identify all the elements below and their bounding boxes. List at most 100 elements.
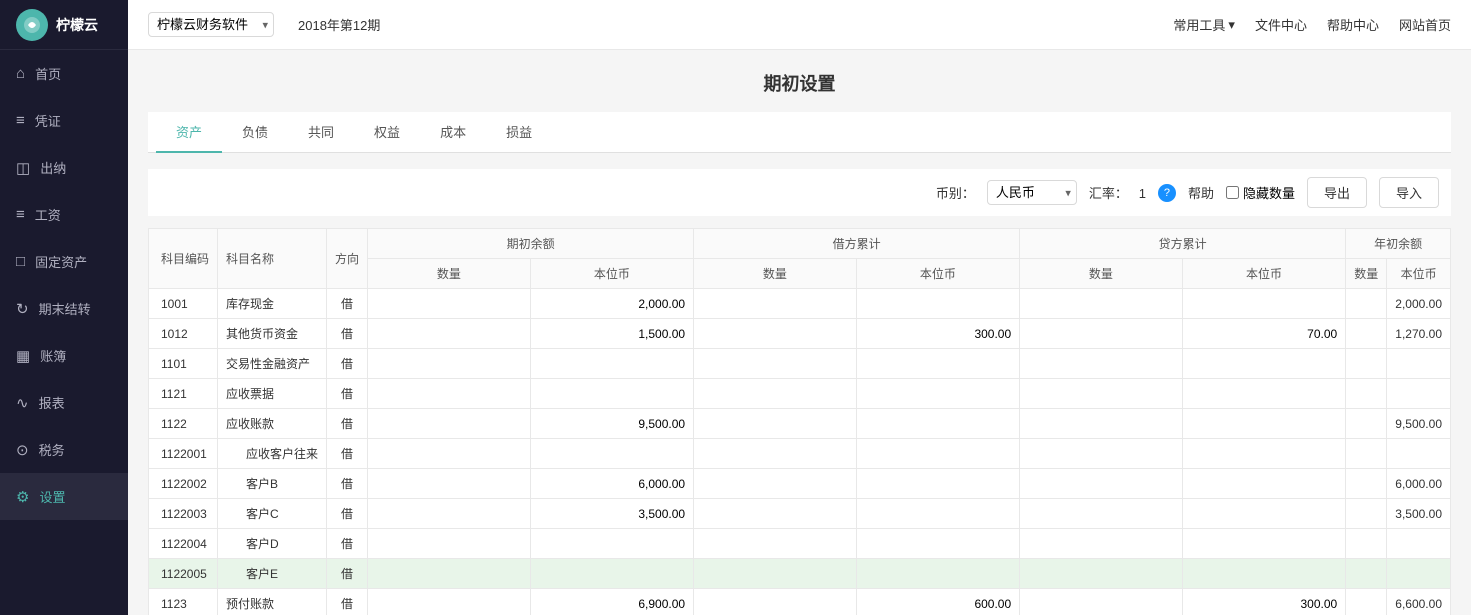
input-ob-qty[interactable] <box>376 507 522 521</box>
input-ob-local[interactable] <box>539 597 685 611</box>
cell-cc-qty[interactable] <box>1020 409 1183 439</box>
input-cc-qty[interactable] <box>1028 537 1174 551</box>
input-cc-local[interactable] <box>1191 327 1337 341</box>
sidebar-item-voucher[interactable]: ≡ 凭证 <box>0 97 128 144</box>
sidebar-item-home[interactable]: ⌂ 首页 <box>0 50 128 97</box>
input-dc-local[interactable] <box>865 297 1011 311</box>
input-cc-qty[interactable] <box>1028 477 1174 491</box>
cell-ob-qty[interactable] <box>368 409 531 439</box>
file-center-btn[interactable]: 文件中心 <box>1255 15 1307 34</box>
input-ob-local[interactable] <box>539 567 685 581</box>
input-dc-qty[interactable] <box>702 567 848 581</box>
cell-cc-qty[interactable] <box>1020 379 1183 409</box>
sidebar-item-salary[interactable]: ≡ 工资 <box>0 191 128 238</box>
cell-ob-local[interactable] <box>530 289 693 319</box>
cell-ob-local[interactable] <box>530 559 693 589</box>
input-dc-local[interactable] <box>865 477 1011 491</box>
cell-ob-qty[interactable] <box>368 349 531 379</box>
input-dc-qty[interactable] <box>702 447 848 461</box>
sidebar-item-tax[interactable]: ⊙ 税务 <box>0 426 128 473</box>
cell-cc-qty[interactable] <box>1020 439 1183 469</box>
cell-dc-qty[interactable] <box>694 499 857 529</box>
cell-cc-qty[interactable] <box>1020 589 1183 615</box>
input-dc-qty[interactable] <box>702 537 848 551</box>
cell-dc-qty[interactable] <box>694 439 857 469</box>
input-ob-local[interactable] <box>539 537 685 551</box>
input-ob-qty[interactable] <box>376 597 522 611</box>
import-button[interactable]: 导入 <box>1379 177 1439 208</box>
input-cc-local[interactable] <box>1191 447 1337 461</box>
input-cc-local[interactable] <box>1191 507 1337 521</box>
cell-ob-qty[interactable] <box>368 559 531 589</box>
cell-ob-local[interactable] <box>530 319 693 349</box>
input-dc-qty[interactable] <box>702 327 848 341</box>
cell-dc-local[interactable] <box>856 349 1019 379</box>
cell-cc-qty[interactable] <box>1020 289 1183 319</box>
cell-ob-local[interactable] <box>530 439 693 469</box>
input-cc-qty[interactable] <box>1028 327 1174 341</box>
input-cc-qty[interactable] <box>1028 417 1174 431</box>
input-dc-qty[interactable] <box>702 507 848 521</box>
sidebar-item-settings[interactable]: ⚙ 设置 <box>0 473 128 520</box>
cell-ob-qty[interactable] <box>368 379 531 409</box>
input-ob-qty[interactable] <box>376 537 522 551</box>
input-ob-qty[interactable] <box>376 417 522 431</box>
input-ob-qty[interactable] <box>376 567 522 581</box>
cell-ob-qty[interactable] <box>368 439 531 469</box>
input-dc-qty[interactable] <box>702 417 848 431</box>
input-ob-qty[interactable] <box>376 297 522 311</box>
cell-dc-local[interactable] <box>856 499 1019 529</box>
input-cc-local[interactable] <box>1191 567 1337 581</box>
input-cc-qty[interactable] <box>1028 387 1174 401</box>
input-cc-qty[interactable] <box>1028 597 1174 611</box>
cell-dc-local[interactable] <box>856 469 1019 499</box>
cell-cc-qty[interactable] <box>1020 469 1183 499</box>
cell-cc-local[interactable] <box>1182 589 1345 615</box>
cell-cc-local[interactable] <box>1182 559 1345 589</box>
cell-cc-qty[interactable] <box>1020 499 1183 529</box>
input-cc-local[interactable] <box>1191 477 1337 491</box>
cell-dc-local[interactable] <box>856 559 1019 589</box>
cell-ob-qty[interactable] <box>368 469 531 499</box>
cell-ob-local[interactable] <box>530 379 693 409</box>
input-dc-local[interactable] <box>865 417 1011 431</box>
input-cc-local[interactable] <box>1191 387 1337 401</box>
input-ob-qty[interactable] <box>376 357 522 371</box>
cell-cc-qty[interactable] <box>1020 559 1183 589</box>
cell-cc-local[interactable] <box>1182 529 1345 559</box>
cell-cc-local[interactable] <box>1182 409 1345 439</box>
tab-profit[interactable]: 损益 <box>486 112 552 153</box>
input-dc-local[interactable] <box>865 387 1011 401</box>
cell-dc-qty[interactable] <box>694 289 857 319</box>
input-ob-local[interactable] <box>539 297 685 311</box>
input-dc-local[interactable] <box>865 447 1011 461</box>
cell-cc-local[interactable] <box>1182 379 1345 409</box>
cell-ob-qty[interactable] <box>368 589 531 615</box>
cell-dc-qty[interactable] <box>694 379 857 409</box>
cell-dc-local[interactable] <box>856 589 1019 615</box>
cell-cc-qty[interactable] <box>1020 529 1183 559</box>
input-ob-local[interactable] <box>539 327 685 341</box>
cell-dc-qty[interactable] <box>694 559 857 589</box>
input-cc-local[interactable] <box>1191 537 1337 551</box>
cell-ob-qty[interactable] <box>368 319 531 349</box>
cell-cc-local[interactable] <box>1182 289 1345 319</box>
cell-dc-qty[interactable] <box>694 589 857 615</box>
cell-ob-local[interactable] <box>530 469 693 499</box>
cell-ob-local[interactable] <box>530 349 693 379</box>
input-dc-local[interactable] <box>865 357 1011 371</box>
cell-dc-qty[interactable] <box>694 529 857 559</box>
cell-dc-local[interactable] <box>856 409 1019 439</box>
cell-dc-local[interactable] <box>856 379 1019 409</box>
cell-ob-local[interactable] <box>530 529 693 559</box>
tab-cost[interactable]: 成本 <box>420 112 486 153</box>
common-tools-btn[interactable]: 常用工具 ▾ <box>1173 15 1235 34</box>
sidebar-item-report[interactable]: ∿ 报表 <box>0 379 128 426</box>
cell-ob-qty[interactable] <box>368 289 531 319</box>
input-cc-local[interactable] <box>1191 417 1337 431</box>
input-ob-qty[interactable] <box>376 327 522 341</box>
input-dc-qty[interactable] <box>702 357 848 371</box>
cell-dc-qty[interactable] <box>694 349 857 379</box>
help-icon[interactable]: ? <box>1158 184 1176 202</box>
input-dc-local[interactable] <box>865 567 1011 581</box>
